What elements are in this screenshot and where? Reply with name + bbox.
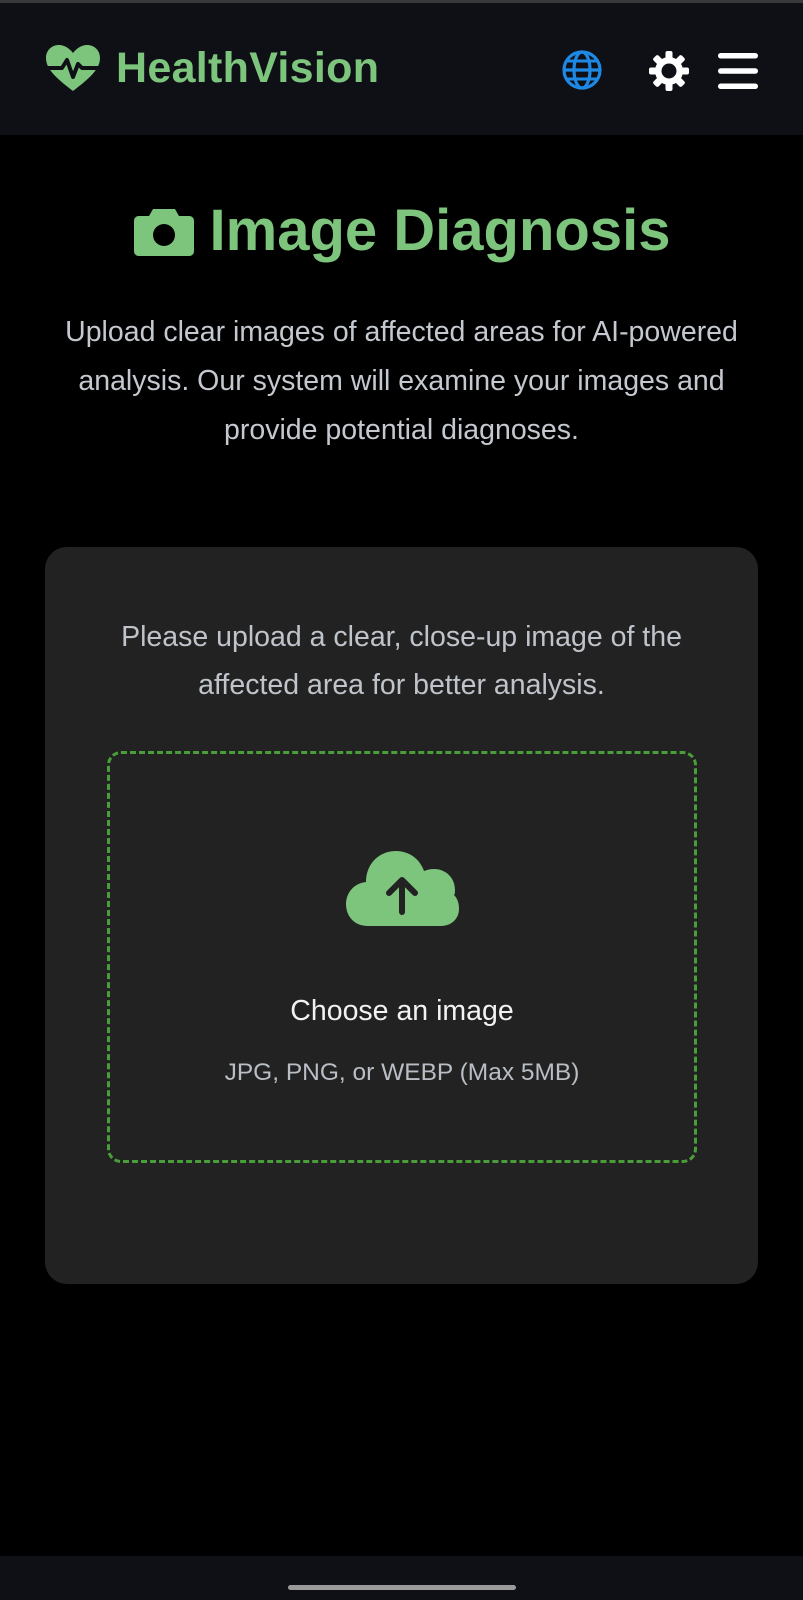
gear-icon[interactable]	[647, 49, 691, 93]
heartbeat-icon	[45, 45, 101, 91]
home-indicator[interactable]	[288, 1585, 516, 1590]
app-header: HealthVision	[0, 3, 803, 135]
globe-icon[interactable]	[560, 48, 604, 92]
system-navigation-bar	[0, 1556, 803, 1600]
image-dropzone[interactable]: Choose an image JPG, PNG, or WEBP (Max 5…	[107, 751, 697, 1163]
upload-hint: Please upload a clear, close-up image of…	[121, 621, 682, 701]
page-title: Image Diagnosis	[0, 196, 803, 266]
camera-icon	[133, 209, 194, 256]
app-name: HealthVision	[116, 44, 380, 92]
brand-logo[interactable]: HealthVision	[44, 43, 379, 93]
choose-image-label: Choose an image	[290, 995, 514, 1027]
file-format-hint: JPG, PNG, or WEBP (Max 5MB)	[224, 1059, 580, 1086]
upload-card: Please upload a clear, close-up image of…	[45, 547, 758, 1284]
page-title-text: Image Diagnosis	[209, 198, 671, 263]
cloud-upload-icon	[346, 851, 459, 926]
intro-text: Upload clear images of affected areas fo…	[65, 316, 738, 446]
hamburger-menu-icon[interactable]	[716, 51, 760, 91]
